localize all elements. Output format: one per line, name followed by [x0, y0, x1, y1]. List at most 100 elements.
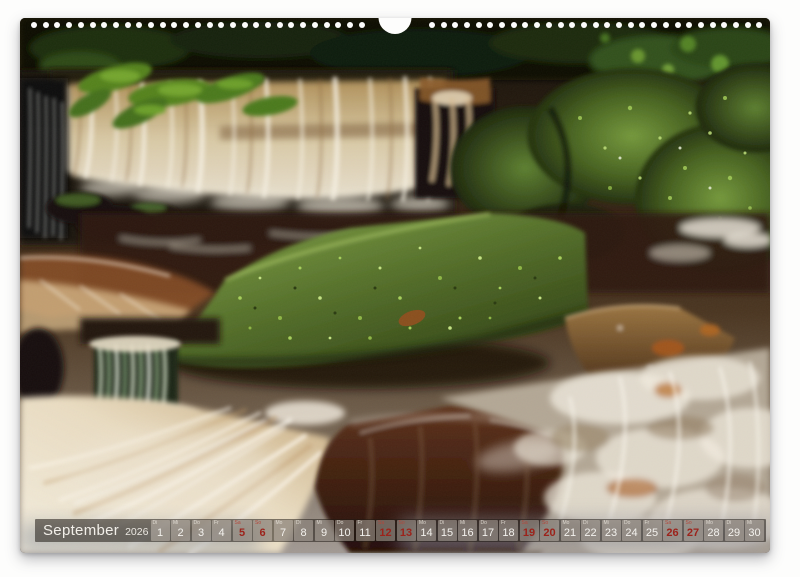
binding-hole	[335, 22, 341, 28]
day-cell: Mo 14	[417, 520, 436, 541]
day-cell: Do 17	[479, 520, 498, 541]
day-cell: Fr 11	[356, 520, 375, 541]
binding-hole	[218, 22, 224, 28]
binding-hole	[136, 22, 142, 28]
day-number: 7	[274, 527, 293, 540]
weekday-abbr: Mi	[173, 520, 178, 527]
binding-hole	[476, 22, 482, 28]
binding-hole	[183, 22, 189, 28]
binding-hole	[698, 22, 704, 28]
binding-hole	[581, 22, 587, 28]
weekday-abbr: Mi	[460, 520, 465, 527]
weekday-abbr: Fr	[214, 520, 219, 527]
day-number: 9	[315, 527, 334, 540]
day-number: 22	[581, 527, 600, 540]
weekday-abbr: Di	[296, 520, 301, 527]
day-number: 27	[684, 527, 703, 540]
weekday-abbr: Fr	[358, 520, 363, 527]
binding-hole	[675, 22, 681, 28]
binding-hole	[686, 22, 692, 28]
day-number: 18	[499, 527, 518, 540]
day-cell: Di 29	[725, 520, 744, 541]
day-number: 21	[561, 527, 580, 540]
binding-hole	[359, 22, 365, 28]
day-cell: Do 24	[622, 520, 641, 541]
day-number: 8	[294, 527, 313, 540]
day-number: 19	[520, 527, 539, 540]
day-cell: Mi 30	[745, 520, 764, 541]
year-label: 2026	[125, 524, 148, 538]
day-cell: So 6	[253, 520, 272, 541]
day-number: 11	[356, 527, 375, 540]
calendar-strip: September 2026 Di 1 Mi 2 Do 3 Fr 4 Sa 5 …	[35, 519, 766, 542]
binding-hole	[710, 22, 716, 28]
day-cell: Di 15	[438, 520, 457, 541]
day-cell: Mo 7	[274, 520, 293, 541]
day-cell: Fr 4	[212, 520, 231, 541]
binding-hole	[721, 22, 727, 28]
day-cell: Do 3	[192, 520, 211, 541]
day-cell: Mi 2	[171, 520, 190, 541]
calendar-sheet: September 2026 Di 1 Mi 2 Do 3 Fr 4 Sa 5 …	[20, 18, 770, 553]
binding-hole	[242, 22, 248, 28]
day-cell: Sa 5	[233, 520, 252, 541]
day-cell: Mi 23	[602, 520, 621, 541]
weekday-abbr: Mo	[563, 520, 570, 527]
binding-hole	[639, 22, 645, 28]
binding-hole	[230, 22, 236, 28]
weekday-abbr: Mo	[419, 520, 426, 527]
binding-hole	[113, 22, 119, 28]
day-cell: So 20	[540, 520, 559, 541]
binding-hole	[31, 22, 37, 28]
binding-hole	[312, 22, 318, 28]
binding-hole	[499, 22, 505, 28]
binding-hole	[253, 22, 259, 28]
binding-hole	[663, 22, 669, 28]
day-number: 29	[725, 527, 744, 540]
binding-hole	[745, 22, 751, 28]
binding-hole	[628, 22, 634, 28]
binding-hole	[651, 22, 657, 28]
waterfall-scene	[20, 18, 770, 553]
day-number: 13	[397, 527, 416, 540]
day-cell: Do 10	[335, 520, 354, 541]
day-number: 26	[663, 527, 682, 540]
binding-hole	[756, 22, 762, 28]
day-number: 4	[212, 527, 231, 540]
binding-hole	[733, 22, 739, 28]
weekday-abbr: Di	[583, 520, 588, 527]
binding-hole	[452, 22, 458, 28]
weekday-abbr: Fr	[645, 520, 650, 527]
day-number: 17	[479, 527, 498, 540]
binding-hole	[78, 22, 84, 28]
month-label: September	[43, 522, 119, 539]
binding-hole	[125, 22, 131, 28]
day-cell: Mo 28	[704, 520, 723, 541]
binding-hole	[300, 22, 306, 28]
binding-hole	[522, 22, 528, 28]
weekday-abbr: Do	[337, 520, 343, 527]
binding-hole	[464, 22, 470, 28]
weekday-abbr: Di	[440, 520, 445, 527]
binding-hole	[616, 22, 622, 28]
weekday-abbr: Sa	[378, 520, 384, 527]
day-number: 3	[192, 527, 211, 540]
day-number: 1	[151, 527, 170, 540]
day-cell: Mo 21	[561, 520, 580, 541]
binding-hole	[195, 22, 201, 28]
weekday-abbr: So	[399, 520, 405, 527]
waterfall-photo	[20, 18, 770, 553]
day-cell: So 27	[684, 520, 703, 541]
day-cell: Di 22	[581, 520, 600, 541]
binding-hole	[171, 22, 177, 28]
binding-hole	[160, 22, 166, 28]
day-cell: So 13	[397, 520, 416, 541]
day-number: 5	[233, 527, 252, 540]
binding-hole	[66, 22, 72, 28]
day-cell: Mi 16	[458, 520, 477, 541]
binding-hole	[569, 22, 575, 28]
binding-hole	[288, 22, 294, 28]
binding-hole	[604, 22, 610, 28]
weekday-abbr: Sa	[665, 520, 671, 527]
day-number: 30	[745, 527, 764, 540]
